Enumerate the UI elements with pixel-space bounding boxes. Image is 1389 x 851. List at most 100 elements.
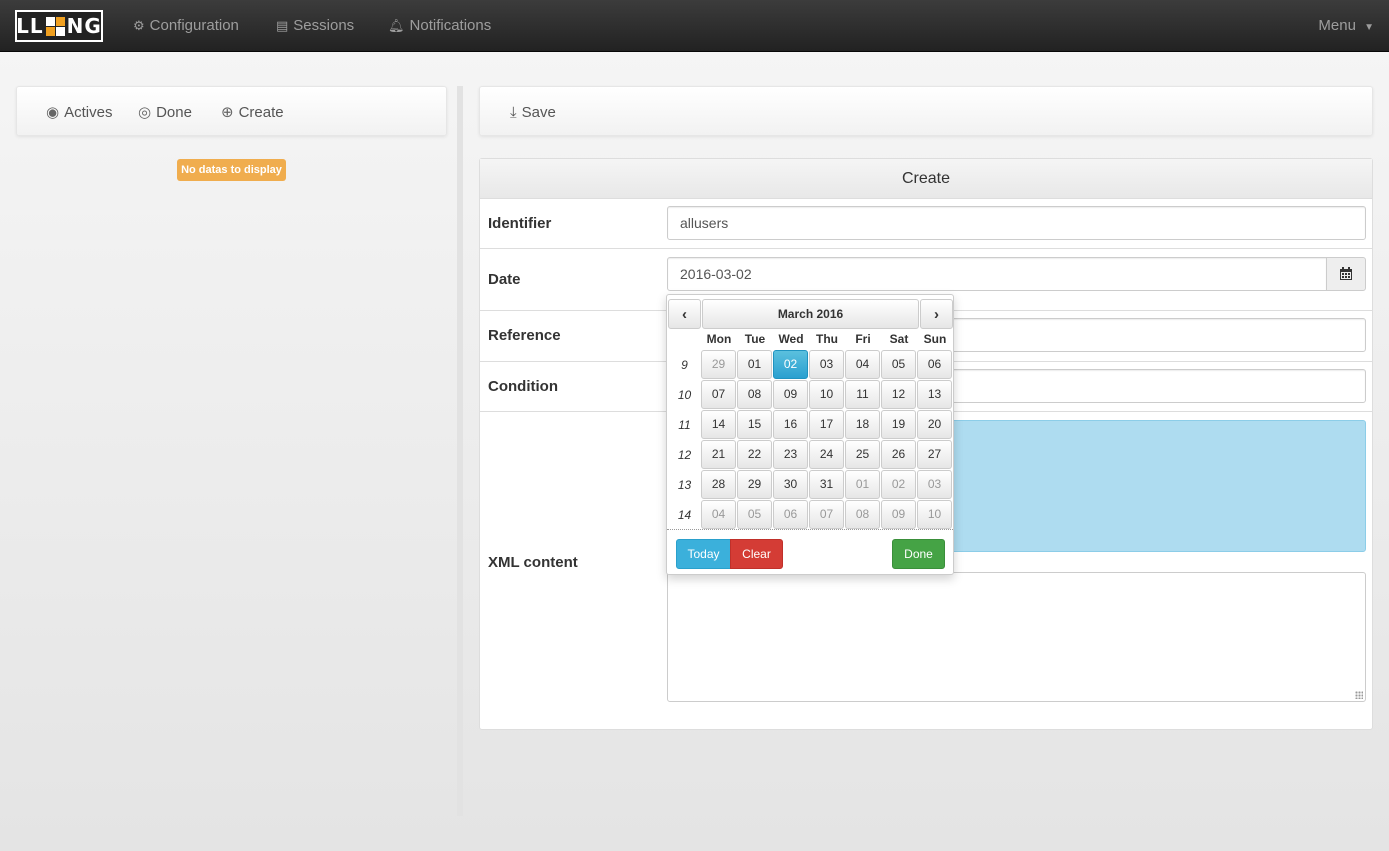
day-cell[interactable]: 06 <box>773 500 808 529</box>
identifier-input[interactable]: allusers <box>667 206 1366 240</box>
week-number: 14 <box>677 508 692 522</box>
top-navbar: LL NG ⚙ Configuration ▤ Sessions 🔔︎ Notific… <box>0 0 1389 52</box>
nav-configuration[interactable]: ⚙ Configuration <box>133 0 239 52</box>
day-of-week-header: Thu <box>816 332 838 346</box>
day-cell[interactable]: 06 <box>917 350 952 379</box>
day-cell[interactable]: 04 <box>701 500 736 529</box>
nav-sessions[interactable]: ▤ Sessions <box>276 0 354 52</box>
nav-notifications-label: Notifications <box>409 17 492 34</box>
logo-text-left: LL <box>16 14 44 38</box>
lemonldap-logo[interactable]: LL NG <box>15 10 103 42</box>
no-data-badge: No datas to display <box>177 159 286 181</box>
eye-slash-icon: ◎ <box>138 104 152 121</box>
day-cell[interactable]: 29 <box>701 350 736 379</box>
logo-squares-icon <box>45 16 65 36</box>
day-cell[interactable]: 15 <box>737 410 772 439</box>
day-cell[interactable]: 26 <box>881 440 916 469</box>
day-cell[interactable]: 17 <box>809 410 844 439</box>
day-cell[interactable]: 21 <box>701 440 736 469</box>
day-cell[interactable]: 31 <box>809 470 844 499</box>
day-of-week-header: Tue <box>744 332 766 346</box>
nav-sessions-label: Sessions <box>293 17 355 34</box>
day-cell[interactable]: 01 <box>737 350 772 379</box>
tab-actives-label: Actives <box>64 104 113 121</box>
day-cell[interactable]: 22 <box>737 440 772 469</box>
caret-down-icon: ▼ <box>1364 22 1374 33</box>
documents-icon: ▤ <box>276 18 289 33</box>
week-number: 11 <box>678 418 691 432</box>
month-title-button[interactable]: March 2016 <box>702 299 919 329</box>
day-cell[interactable]: 19 <box>881 410 916 439</box>
day-of-week-header: Fri <box>855 332 871 346</box>
prev-month-button[interactable]: ‹ <box>668 299 701 329</box>
week-number: 13 <box>677 478 692 492</box>
today-button[interactable]: Today <box>676 539 731 569</box>
day-cell[interactable]: 28 <box>701 470 736 499</box>
tab-create[interactable]: ⊕ Create <box>221 87 284 137</box>
day-cell[interactable]: 07 <box>809 500 844 529</box>
day-cell[interactable]: 03 <box>917 470 952 499</box>
logo-text-right: NG <box>66 14 102 38</box>
week-number: 12 <box>677 448 692 462</box>
eye-icon: ◉ <box>46 104 60 121</box>
day-cell[interactable]: 20 <box>917 410 952 439</box>
day-cell[interactable]: 05 <box>737 500 772 529</box>
tab-actives[interactable]: ◉ Actives <box>46 87 112 137</box>
day-cell[interactable]: 14 <box>701 410 736 439</box>
calendar-icon <box>1340 267 1352 280</box>
day-cell[interactable]: 04 <box>845 350 880 379</box>
done-button[interactable]: Done <box>892 539 945 569</box>
bell-icon: 🔔︎ <box>388 18 405 33</box>
day-cell[interactable]: 29 <box>737 470 772 499</box>
day-cell[interactable]: 10 <box>917 500 952 529</box>
xml-content-textarea[interactable] <box>667 572 1366 702</box>
day-cell[interactable]: 02 <box>881 470 916 499</box>
save-button[interactable]: ⤓ Save <box>510 87 556 137</box>
chevron-right-icon: › <box>934 305 939 323</box>
day-cell[interactable]: 12 <box>881 380 916 409</box>
day-cell[interactable]: 01 <box>845 470 880 499</box>
clear-button[interactable]: Clear <box>730 539 783 569</box>
resize-grip-icon[interactable] <box>1355 691 1363 699</box>
identifier-row: Identifier allusers <box>480 199 1372 249</box>
day-cell[interactable]: 25 <box>845 440 880 469</box>
day-of-week-header: Wed <box>778 332 804 346</box>
day-cell[interactable]: 16 <box>773 410 808 439</box>
day-cell[interactable]: 07 <box>701 380 736 409</box>
reference-label: Reference <box>488 327 561 344</box>
plus-circle-icon: ⊕ <box>221 104 234 121</box>
datepicker-header: ‹ March 2016 › <box>668 299 954 329</box>
day-cell[interactable]: 08 <box>845 500 880 529</box>
day-cell[interactable]: 27 <box>917 440 952 469</box>
nav-notifications[interactable]: 🔔︎ Notifications <box>388 0 491 52</box>
menu-label: Menu <box>1318 17 1356 34</box>
day-cell[interactable]: 05 <box>881 350 916 379</box>
nav-configuration-label: Configuration <box>149 17 239 34</box>
datepicker-popup: ‹ March 2016 › Mon Tue Wed Thu Fri Sat Sun 9 29 0… <box>666 294 954 575</box>
date-input[interactable]: 2016-03-02 <box>667 257 1327 291</box>
condition-label: Condition <box>488 378 558 395</box>
day-cell[interactable]: 23 <box>773 440 808 469</box>
day-cell[interactable]: 03 <box>809 350 844 379</box>
day-cell[interactable]: 08 <box>737 380 772 409</box>
day-cell[interactable]: 10 <box>809 380 844 409</box>
xml-content-label: XML content <box>488 554 578 571</box>
day-cell[interactable]: 30 <box>773 470 808 499</box>
day-cell[interactable]: 18 <box>845 410 880 439</box>
next-month-button[interactable]: › <box>920 299 953 329</box>
day-cell[interactable]: 24 <box>809 440 844 469</box>
panel-splitter[interactable] <box>457 86 463 816</box>
tab-done-label: Done <box>156 104 192 121</box>
day-cell[interactable]: 11 <box>845 380 880 409</box>
day-cell[interactable]: 09 <box>881 500 916 529</box>
save-label: Save <box>521 104 556 121</box>
tab-done[interactable]: ◎ Done <box>138 87 192 137</box>
day-cell[interactable]: 09 <box>773 380 808 409</box>
notifications-filter-bar: ◉ Actives ◎ Done ⊕ Create <box>16 86 447 136</box>
action-bar: ⤓ Save <box>479 86 1373 136</box>
day-cell-selected[interactable]: 02 <box>773 350 808 379</box>
day-of-week-header: Sat <box>889 332 909 346</box>
menu-dropdown[interactable]: Menu ▼ <box>1318 0 1374 52</box>
calendar-button[interactable] <box>1326 257 1366 291</box>
day-cell[interactable]: 13 <box>917 380 952 409</box>
